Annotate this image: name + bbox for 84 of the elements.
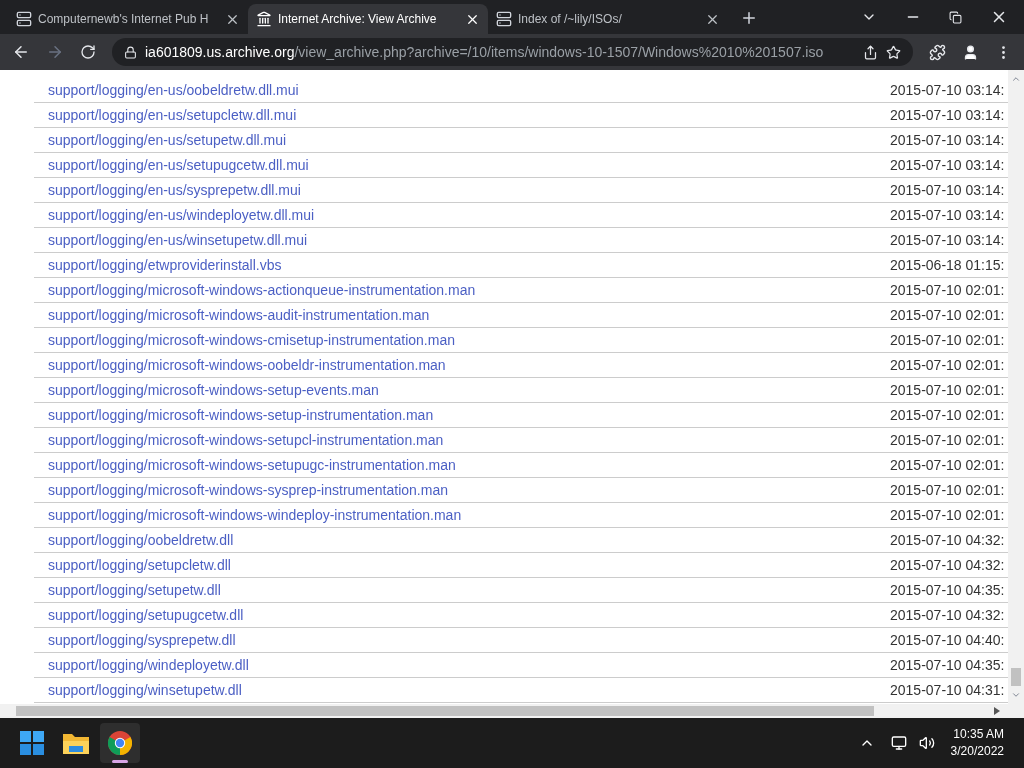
date-cell-text: 2015-07-10 03:14:	[890, 80, 1005, 100]
scroll-right-icon[interactable]	[994, 707, 1000, 715]
new-tab-icon[interactable]	[740, 9, 758, 27]
back-icon[interactable]	[12, 43, 30, 61]
lock-icon	[124, 45, 137, 59]
browser-logo-icon[interactable]	[108, 731, 132, 755]
date-cell-text: 2015-07-10 03:14:	[890, 155, 1005, 175]
scroll-thumb[interactable]	[1011, 668, 1021, 686]
date-cell-text: 2015-06-18 01:15:	[890, 255, 1005, 275]
windows-logo-icon[interactable]	[20, 731, 44, 755]
clock-time[interactable]: 10:35 AM	[953, 726, 1004, 743]
file-link[interactable]: support/logging/setupugcetw.dll	[34, 604, 890, 626]
date-cell-text: 2015-07-10 04:31:	[890, 680, 1005, 700]
scroll-thumb[interactable]	[16, 706, 874, 716]
date-cell-text: 2015-07-10 04:35:	[890, 580, 1005, 600]
date-cell-text: 2015-07-10 03:14:	[890, 205, 1005, 225]
museum-icon	[256, 11, 272, 27]
server-icon	[496, 11, 512, 27]
file-link[interactable]: support/logging/etwproviderinstall.vbs	[34, 254, 890, 276]
date-cell-text: 2015-07-10 02:01:	[890, 455, 1005, 475]
horizontal-scrollbar[interactable]	[0, 704, 1024, 718]
file-link[interactable]: support/logging/microsoft-windows-sysprep-instrumentation.man	[34, 479, 890, 501]
date-cell-text: 2015-07-10 03:14:	[890, 230, 1005, 250]
file-link[interactable]: support/logging/en-us/setupcletw.dll.mui	[34, 104, 890, 126]
file-link[interactable]: support/logging/en-us/setupugcetw.dll.mui	[34, 154, 890, 176]
folder-icon[interactable]	[63, 732, 89, 754]
tab-title: Internet Archive: View Archive	[278, 11, 437, 28]
file-link[interactable]: support/logging/microsoft-windows-audit-instrumentation.man	[34, 304, 890, 326]
file-link[interactable]: support/logging/microsoft-windows-setup-instrumentation.man	[34, 404, 890, 426]
date-cell-text: 2015-07-10 03:14:	[890, 105, 1005, 125]
file-link[interactable]: support/logging/en-us/windeployetw.dll.mui	[34, 204, 890, 226]
date-cell-text: 2015-07-10 04:32:	[890, 555, 1005, 575]
forward-icon[interactable]	[46, 43, 64, 61]
file-link[interactable]: support/logging/microsoft-windows-windeploy-instrumentation.man	[34, 504, 890, 526]
date-cell-text: 2015-07-10 04:35:	[890, 655, 1005, 675]
file-link[interactable]: support/logging/setupcletw.dll	[34, 554, 890, 576]
file-link[interactable]: support/logging/microsoft-windows-cmisetup-instrumentation.man	[34, 329, 890, 351]
file-link[interactable]: support/logging/en-us/setupetw.dll.mui	[34, 129, 890, 151]
network-icon[interactable]	[890, 735, 907, 751]
restore-icon[interactable]	[949, 10, 962, 24]
url-text: ia601809.us.archive.org/view_archive.php?archive=/10/items/windows-10-1507/Windows%2010%201507.iso	[145, 42, 825, 62]
browser-tab[interactable]: Computernewb's Internet Pub H	[8, 4, 248, 34]
file-link[interactable]: support/logging/microsoft-windows-setupugc-instrumentation.man	[34, 454, 890, 476]
file-link[interactable]: support/logging/setupetw.dll	[34, 579, 890, 601]
file-link[interactable]: support/logging/en-us/winsetupetw.dll.mui	[34, 229, 890, 251]
file-link[interactable]: support/logging/sysprepetw.dll	[34, 629, 890, 651]
server-icon	[16, 11, 32, 27]
volume-icon[interactable]	[918, 735, 935, 751]
date-cell-text: 2015-07-10 02:01:	[890, 480, 1005, 500]
address-bar[interactable]: ia601809.us.archive.org/view_archive.php?archive=/10/items/windows-10-1507/Windows%2010%201507.iso	[112, 38, 913, 66]
file-link[interactable]: support/logging/oobeldretw.dll	[34, 529, 890, 551]
date-cell-text: 2015-07-10 04:32:	[890, 605, 1005, 625]
date-cell-text: 2015-07-10 04:40:	[890, 630, 1005, 650]
date-cell-text: 2015-07-10 03:14:	[890, 130, 1005, 150]
browser-tab[interactable]: Internet Archive: View Archive	[248, 4, 488, 34]
file-link[interactable]: support/logging/microsoft-windows-setup-events.man	[34, 379, 890, 401]
file-link[interactable]: support/logging/en-us/sysprepetw.dll.mui	[34, 179, 890, 201]
share-icon[interactable]	[863, 44, 878, 60]
vertical-scrollbar[interactable]	[1008, 70, 1024, 704]
browser-tab[interactable]: Index of /~lily/ISOs/	[488, 4, 728, 34]
file-link[interactable]: support/logging/en-us/oobeldretw.dll.mui	[34, 79, 890, 101]
clock-date[interactable]: 3/20/2022	[950, 743, 1004, 760]
extensions-icon[interactable]	[929, 43, 946, 61]
bookmark-icon[interactable]	[886, 44, 901, 60]
date-cell-text: 2015-07-10 02:01:	[890, 280, 1005, 300]
date-cell-text: 2015-07-10 02:01:	[890, 330, 1005, 350]
reload-icon[interactable]	[80, 44, 96, 60]
file-link[interactable]: support/logging/microsoft-windows-setupcl-instrumentation.man	[34, 429, 890, 451]
date-cell-text: 2015-07-10 02:01:	[890, 405, 1005, 425]
file-link[interactable]: support/logging/winsetupetw.dll	[34, 679, 890, 701]
profile-icon[interactable]	[962, 43, 979, 61]
date-cell-text: 2015-07-10 03:14:	[890, 180, 1005, 200]
active-indicator	[112, 760, 128, 763]
tab-title: Computernewb's Internet Pub H	[38, 11, 209, 28]
tab-title: Index of /~lily/ISOs/	[518, 11, 622, 28]
file-link[interactable]: support/logging/windeployetw.dll	[34, 654, 890, 676]
file-link[interactable]: support/logging/microsoft-windows-actionqueue-instrumentation.man	[34, 279, 890, 301]
date-cell-text: 2015-07-10 02:01:	[890, 380, 1005, 400]
date-cell-text: 2015-07-10 02:01:	[890, 430, 1005, 450]
file-link[interactable]: support/logging/microsoft-windows-oobeldr-instrumentation.man	[34, 354, 890, 376]
date-cell-text: 2015-07-10 04:32:	[890, 530, 1005, 550]
date-cell-text: 2015-07-10 02:01:	[890, 305, 1005, 325]
date-cell-text: 2015-07-10 02:01:	[890, 505, 1005, 525]
date-cell-text: 2015-07-10 02:01:	[890, 355, 1005, 375]
